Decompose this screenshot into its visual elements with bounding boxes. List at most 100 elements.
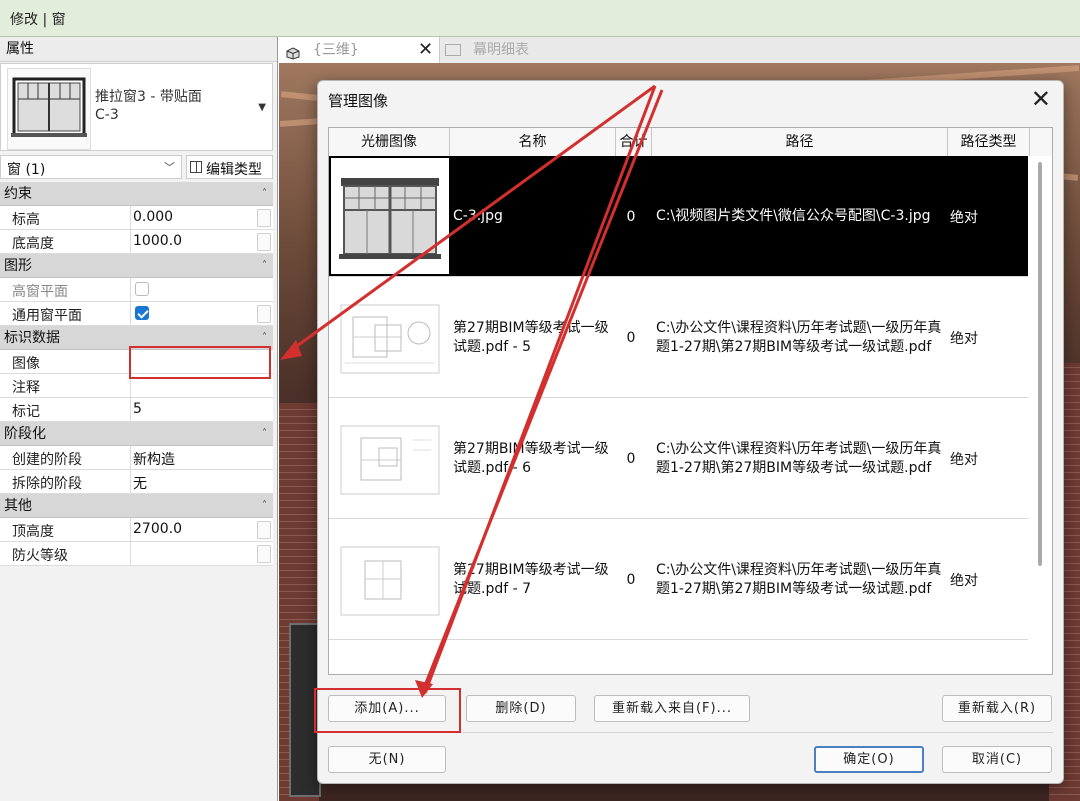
property-value-field — [130, 278, 257, 301]
properties-header: 属性 — [0, 37, 277, 62]
close-icon[interactable]: ✕ — [1031, 85, 1051, 113]
tab-label: 幕明细表 — [473, 42, 529, 58]
type-family-name: 推拉窗3 - 带贴面 — [95, 89, 202, 105]
property-row-mark[interactable]: 标记 5 — [0, 398, 273, 422]
image-thumbnail — [331, 158, 449, 274]
instance-filter-select[interactable]: 窗 (1) ﹀ — [0, 155, 182, 179]
path-type: 绝对 — [950, 209, 978, 226]
section-other[interactable]: 其他 ˄ — [0, 494, 273, 518]
property-row-high-window-plan[interactable]: 高窗平面 — [0, 278, 273, 302]
image-thumbnail — [331, 279, 449, 395]
scrollbar-thumb[interactable] — [1038, 162, 1042, 566]
section-constraints[interactable]: 约束 ˄ — [0, 182, 273, 206]
image-path: C:\视频图片类文件\微信公众号配图\C-3.jpg — [656, 208, 931, 224]
collapse-icon[interactable]: ˄ — [262, 422, 267, 446]
parameter-button[interactable] — [257, 209, 271, 227]
collapse-icon[interactable]: ˄ — [262, 494, 267, 518]
property-row-phase-created[interactable]: 创建的阶段 新构造 — [0, 446, 273, 470]
type-selector[interactable]: 推拉窗3 - 带贴面 C-3 ▼ — [0, 63, 273, 151]
schedule-icon — [445, 44, 461, 56]
property-value-field[interactable]: 无 — [130, 470, 257, 493]
property-row-fire-rating[interactable]: 防火等级 — [0, 542, 273, 566]
edit-type-label: 编辑类型 — [206, 162, 262, 178]
image-thumbnail — [331, 521, 449, 637]
column-header[interactable]: 合计 — [616, 128, 652, 156]
column-header[interactable]: 路径类型 — [948, 128, 1030, 156]
image-count: 0 — [626, 329, 636, 346]
dropdown-arrow-icon[interactable]: ▼ — [258, 102, 266, 113]
dialog-title: 管理图像 — [328, 92, 389, 110]
table-header: 光栅图像 名称 合计 路径 路径类型 — [329, 128, 1052, 157]
instance-filter-label: 窗 (1) — [7, 162, 46, 178]
section-phasing[interactable]: 阶段化 ˄ — [0, 422, 273, 446]
close-icon[interactable]: ✕ — [418, 37, 433, 63]
ribbon-context-title: 修改 | 窗 — [10, 12, 66, 28]
cancel-button[interactable]: 取消(C) — [942, 746, 1052, 773]
property-label: 标高 — [12, 212, 40, 228]
property-label: 通用窗平面 — [12, 308, 82, 324]
tab-label: {三维} — [313, 42, 359, 58]
tab-3d-view[interactable]: {三维} ✕ — [279, 37, 440, 63]
property-value-field[interactable]: 新构造 — [130, 446, 257, 469]
manage-images-dialog: 管理图像 ✕ 光栅图像 名称 合计 路径 路径类型 C-3.jpg 0 C:\视… — [317, 80, 1064, 784]
property-row-generic-window-plan[interactable]: 通用窗平面 — [0, 302, 273, 326]
parameter-button[interactable] — [257, 545, 271, 563]
column-header[interactable]: 名称 — [450, 128, 616, 156]
image-name: 第27期BIM等级考试一级试题.pdf - 7 — [453, 561, 609, 597]
property-label: 防火等级 — [12, 548, 68, 564]
table-row[interactable]: C-3.jpg 0 C:\视频图片类文件\微信公众号配图\C-3.jpg 绝对 — [329, 156, 1029, 277]
property-label: 标记 — [12, 404, 40, 420]
section-title: 阶段化 — [4, 426, 46, 442]
table-row[interactable]: 第27期BIM等级考试一级试题.pdf - 7 0 C:\办公文件\课程资料\历… — [329, 519, 1029, 640]
image-path: C:\办公文件\课程资料\历年考试题\一级历年真题1-27期\第27期BIM等级… — [656, 561, 942, 597]
reload-button[interactable]: 重新载入(R) — [942, 695, 1052, 722]
table-row[interactable]: 第27期BIM等级考试一级试题.pdf - 6 0 C:\办公文件\课程资料\历… — [329, 398, 1029, 519]
property-value-field[interactable]: 1000.0 — [130, 230, 257, 253]
property-value-field[interactable]: 0.000 — [130, 206, 257, 229]
ok-button[interactable]: 确定(O) — [814, 746, 924, 773]
parameter-button[interactable] — [257, 521, 271, 539]
property-row-level[interactable]: 标高 0.000 — [0, 206, 273, 230]
none-button[interactable]: 无(N) — [328, 746, 446, 773]
section-graphics[interactable]: 图形 ˄ — [0, 254, 273, 278]
property-value-field[interactable]: 5 — [130, 398, 257, 421]
parameter-button[interactable] — [257, 305, 271, 323]
property-value-field[interactable] — [130, 542, 257, 565]
property-label: 底高度 — [12, 236, 54, 252]
image-name: C-3.jpg — [453, 208, 503, 224]
property-value-field[interactable]: 2700.0 — [130, 518, 257, 541]
parameter-button[interactable] — [257, 233, 271, 251]
property-label: 顶高度 — [12, 524, 54, 540]
section-title: 约束 — [4, 186, 32, 202]
property-row-sill-height[interactable]: 底高度 1000.0 — [0, 230, 273, 254]
chevron-down-icon: ﹀ — [164, 161, 175, 174]
image-name: 第27期BIM等级考试一级试题.pdf - 5 — [453, 319, 609, 355]
property-label: 高窗平面 — [12, 284, 68, 300]
table-row[interactable]: 第27期BIM等级考试一级试题.pdf - 5 0 C:\办公文件\课程资料\历… — [329, 277, 1029, 398]
properties-panel: 属性 推拉窗3 - 带贴面 C-3 ▼ 窗 (1) ﹀ 编辑类型 约束 ˄ 标高… — [0, 37, 278, 801]
checkbox-checked[interactable] — [135, 306, 149, 320]
window-type-thumbnail — [7, 68, 91, 150]
collapse-icon[interactable]: ˄ — [262, 254, 267, 278]
column-header[interactable]: 路径 — [652, 128, 948, 156]
property-row-head-height[interactable]: 顶高度 2700.0 — [0, 518, 273, 542]
property-row-phase-demolished[interactable]: 拆除的阶段 无 — [0, 470, 273, 494]
delete-button[interactable]: 删除(D) — [466, 695, 576, 722]
property-label: 创建的阶段 — [12, 452, 82, 468]
property-label: 图像 — [12, 356, 40, 372]
column-header[interactable]: 光栅图像 — [329, 128, 450, 156]
checkbox[interactable] — [135, 282, 149, 296]
add-button-highlight — [314, 688, 461, 733]
edit-type-button[interactable]: 编辑类型 — [186, 155, 273, 179]
reload-from-button[interactable]: 重新载入来自(F)... — [594, 695, 750, 722]
tab-schedule[interactable]: 幕明细表 — [443, 37, 603, 63]
vertical-scrollbar[interactable] — [1028, 156, 1052, 674]
path-type: 绝对 — [950, 330, 978, 347]
edit-type-icon — [190, 161, 202, 173]
collapse-icon[interactable]: ˄ — [262, 182, 267, 206]
path-type: 绝对 — [950, 451, 978, 468]
property-value-field — [130, 302, 257, 325]
image-path: C:\办公文件\课程资料\历年考试题\一级历年真题1-27期\第27期BIM等级… — [656, 440, 942, 476]
section-title: 标识数据 — [4, 330, 60, 346]
section-title: 其他 — [4, 498, 32, 514]
